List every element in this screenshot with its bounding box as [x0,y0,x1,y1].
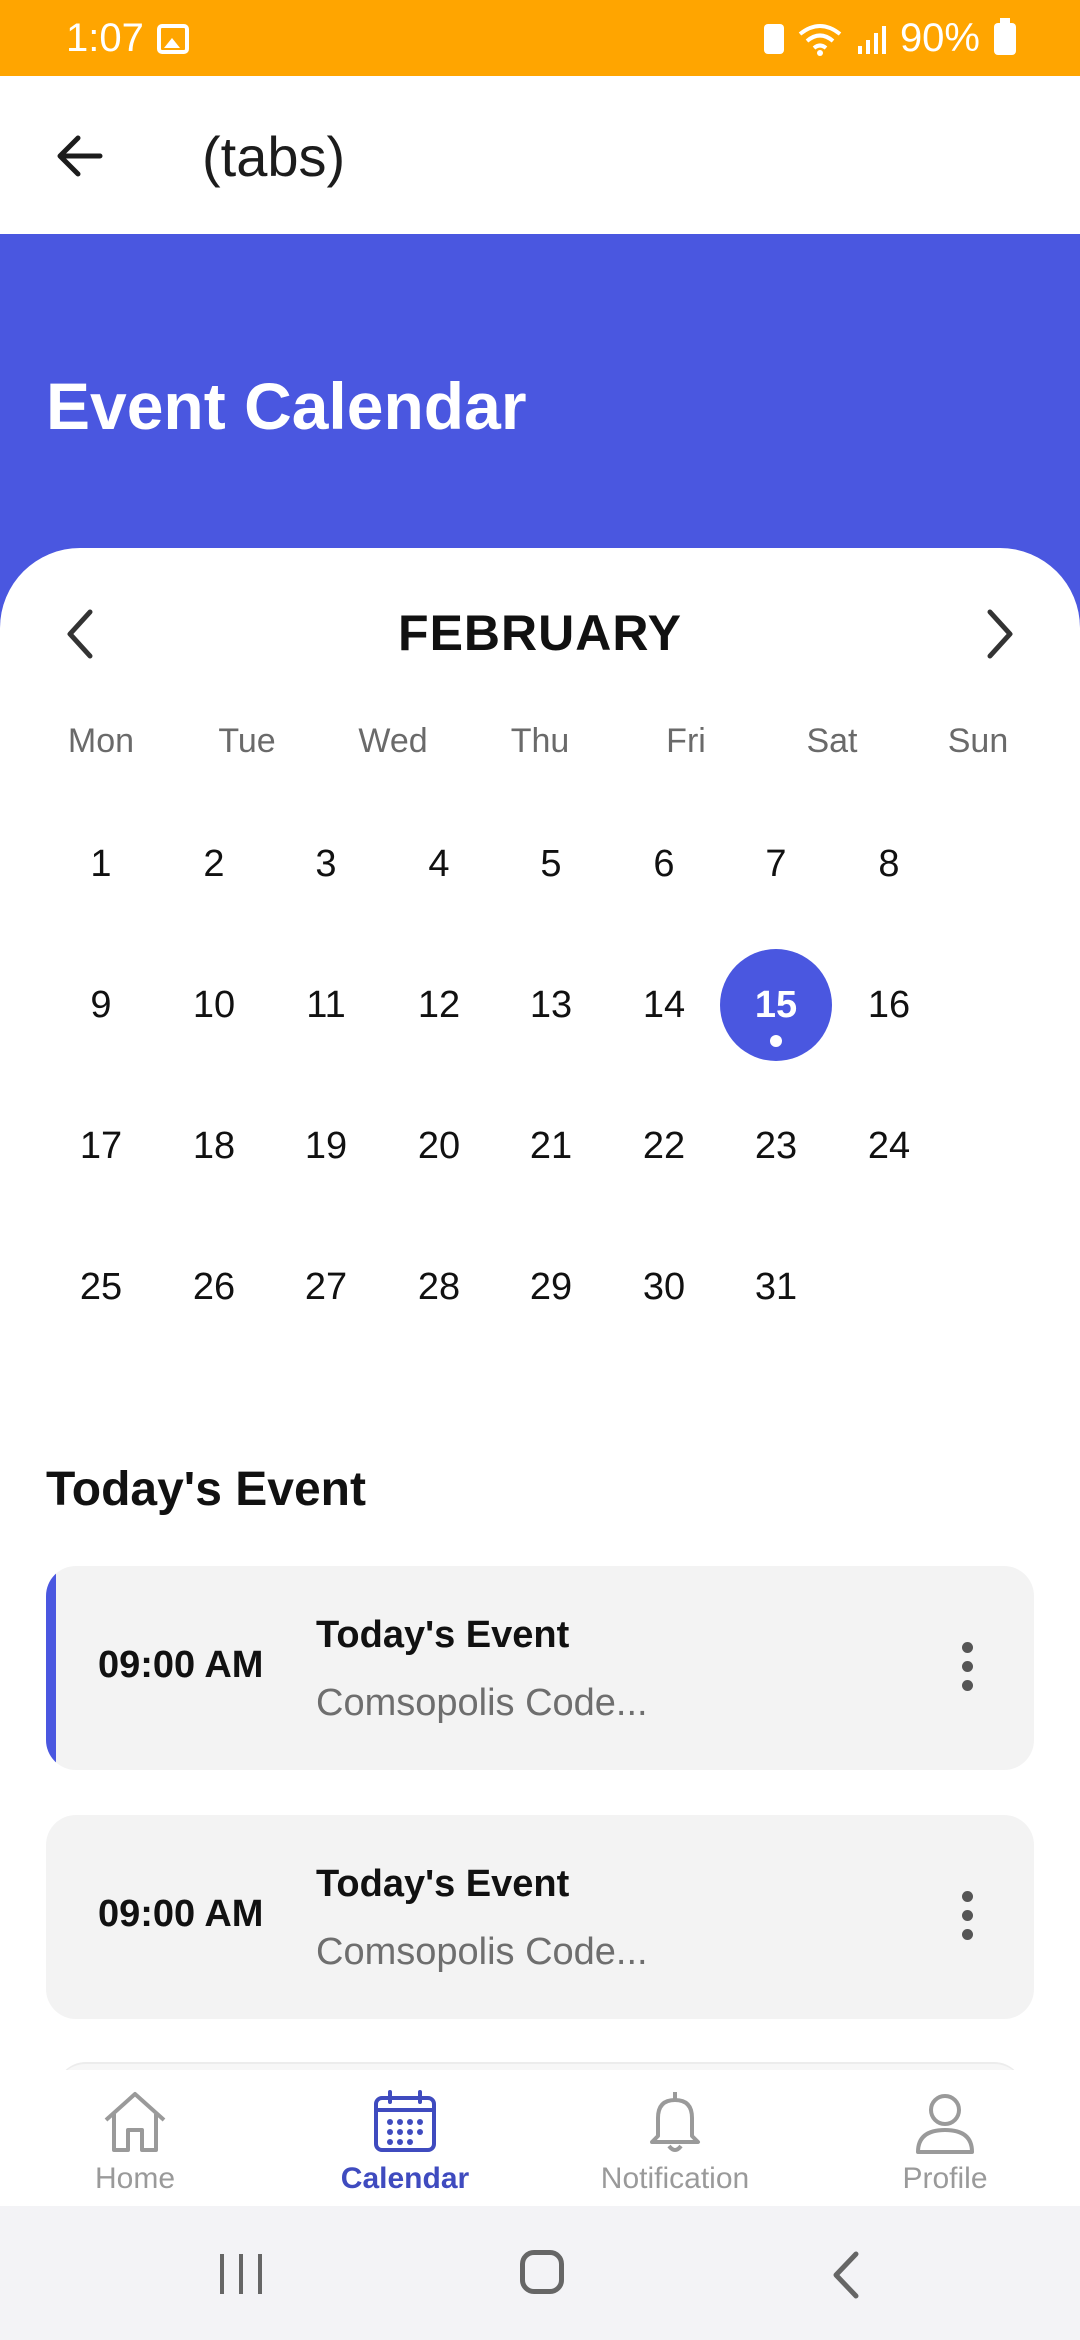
more-vert-icon[interactable] [962,1642,974,1692]
calendar-day[interactable]: 12 [383,949,495,1061]
calendar-day[interactable]: 5 [495,808,607,920]
calendar-day[interactable]: 1 [45,808,157,920]
todays-event-heading: Today's Event [46,1463,366,1516]
calendar-day[interactable]: 26 [158,1231,270,1343]
event-subtitle: Comsopolis Code... [316,1931,648,1973]
weekday-label: Sun [947,722,1009,760]
weekday-label: Mon [67,722,135,760]
weekday-label: Fri [666,722,706,760]
calendar-day[interactable]: 17 [45,1090,157,1202]
system-nav-bar [0,2206,1080,2340]
image-icon [157,24,189,54]
calendar-day[interactable]: 28 [383,1231,495,1343]
battery-icon [994,17,1016,55]
wifi-icon [798,23,842,56]
battery-saver-icon [763,23,784,54]
calendar-day[interactable]: 21 [495,1090,607,1202]
calendar-icon [374,2090,436,2152]
app-bar: (tabs) [0,76,1080,234]
calendar-day[interactable]: 7 [720,808,832,920]
nav-label: Notification [600,2162,750,2195]
month-title: FEBRUARY [398,605,682,661]
calendar-day[interactable]: 18 [158,1090,270,1202]
status-time: 1:07 [66,16,144,60]
calendar-day[interactable]: 25 [45,1231,157,1343]
nav-calendar[interactable]: Calendar [270,2088,540,2196]
event-subtitle: Comsopolis Code... [316,1682,648,1724]
calendar-day[interactable]: 10 [158,949,270,1061]
home-button-icon[interactable] [520,2250,564,2294]
nav-home[interactable]: Home [0,2088,270,2196]
calendar-day[interactable]: 29 [495,1231,607,1343]
calendar-day[interactable]: 13 [495,949,607,1061]
calendar-day[interactable]: 9 [45,949,157,1061]
signal-icon [857,25,886,54]
bell-icon [650,2092,700,2152]
recent-apps-icon[interactable] [216,2250,266,2298]
banner-title: Event Calendar [46,369,527,443]
bottom-nav: Home Calendar Notification Profile [0,2070,1080,2206]
nav-notification[interactable]: Notification [540,2088,810,2196]
calendar-day[interactable]: 4 [383,808,495,920]
event-card[interactable]: 09:00 AM Today's Event Comsopolis Code..… [46,1566,1034,1770]
nav-label: Profile [902,2162,988,2195]
more-vert-icon[interactable] [962,1891,974,1941]
calendar-day-selected[interactable]: 15 [720,949,832,1061]
event-title: Today's Event [316,1863,570,1905]
nav-profile[interactable]: Profile [810,2088,1080,2196]
event-time: 09:00 AM [98,1893,264,1935]
calendar-day[interactable]: 3 [270,808,382,920]
status-right: 90% [763,16,1016,61]
calendar-day[interactable]: 27 [270,1231,382,1343]
weekday-row: Mon Tue Wed Thu Fri Sat Sun [0,722,1080,772]
calendar-day[interactable]: 30 [608,1231,720,1343]
home-icon [104,2092,166,2152]
calendar-day[interactable]: 31 [720,1231,832,1343]
event-card[interactable]: 09:00 AM Today's Event Comsopolis Code..… [46,1815,1034,2019]
weekday-label: Thu [510,722,570,760]
calendar-day[interactable]: 2 [158,808,270,920]
calendar-day[interactable]: 19 [270,1090,382,1202]
weekday-label: Sat [806,722,858,760]
arrow-left-icon[interactable] [50,126,110,186]
calendar-day[interactable]: 22 [608,1090,720,1202]
weekday-label: Wed [358,722,428,760]
calendar-day[interactable]: 16 [833,949,945,1061]
battery-percent: 90% [899,16,980,60]
chevron-right-icon[interactable] [978,604,1022,664]
calendar-day[interactable]: 20 [383,1090,495,1202]
weekday-label: Tue [218,722,276,760]
calendar-day[interactable]: 6 [608,808,720,920]
nav-label: Home [94,2162,176,2195]
calendar-day[interactable]: 24 [833,1090,945,1202]
system-back-icon[interactable] [826,2248,866,2302]
calendar-day[interactable]: 11 [270,949,382,1061]
page-title: (tabs) [202,125,346,188]
event-time: 09:00 AM [98,1644,264,1686]
profile-icon [916,2094,974,2154]
calendar-day[interactable]: 8 [833,808,945,920]
calendar-day[interactable]: 14 [608,949,720,1061]
event-title: Today's Event [316,1614,570,1656]
nav-label: Calendar [340,2162,470,2195]
calendar-day[interactable]: 23 [720,1090,832,1202]
status-bar: 1:07 90% [0,0,1080,76]
